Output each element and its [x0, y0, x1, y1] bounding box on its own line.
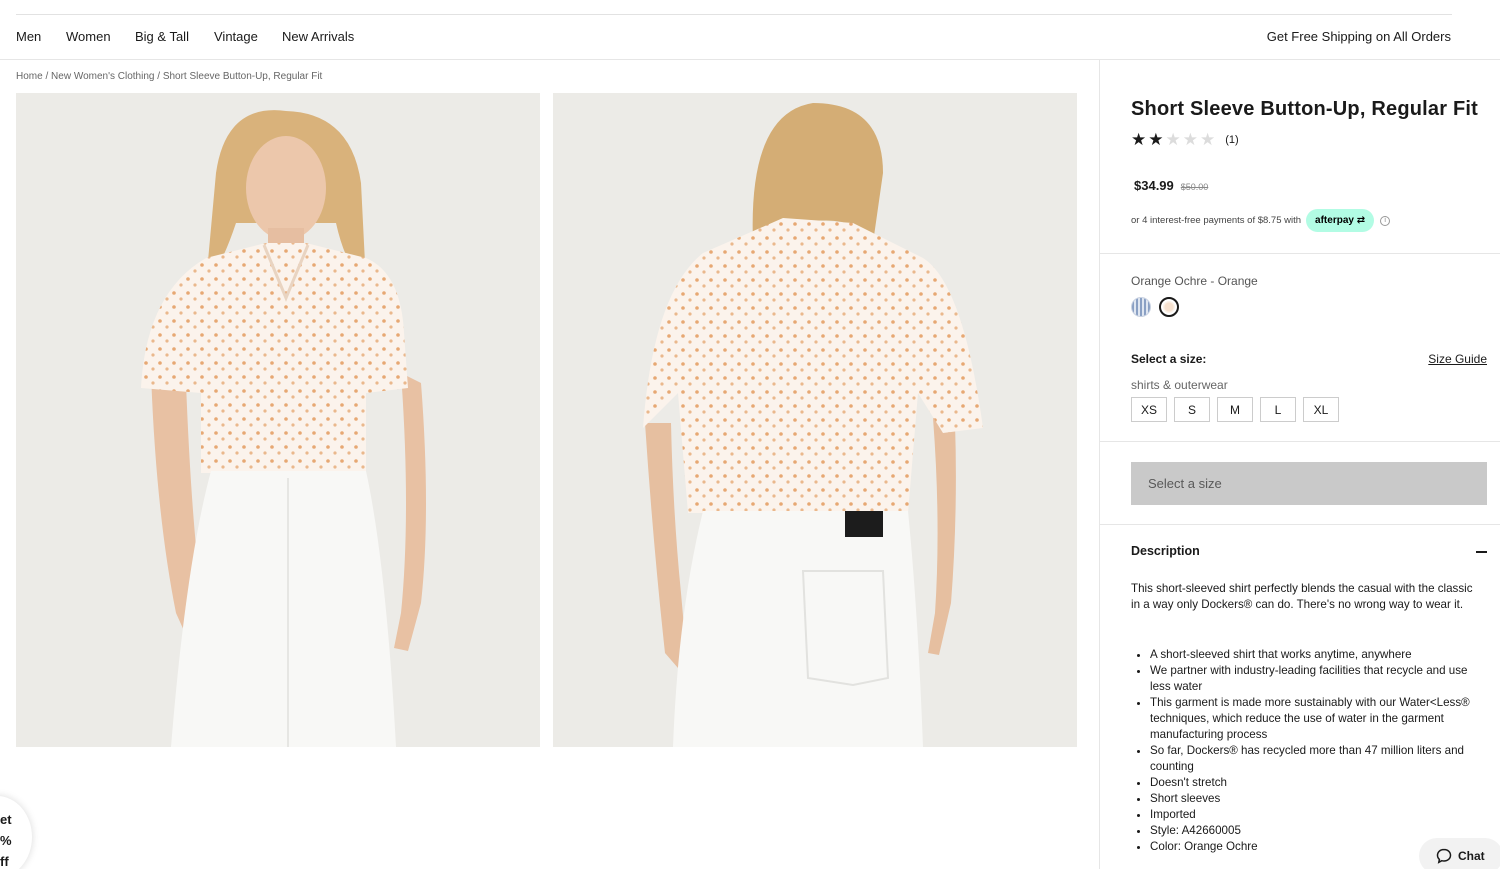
- list-item: Imported: [1150, 807, 1481, 823]
- price-row: $34.99 $50.00: [1131, 178, 1487, 193]
- sale-price: $34.99: [1134, 178, 1174, 193]
- list-item: Doesn't stretch: [1150, 775, 1481, 791]
- add-to-bag-button[interactable]: Select a size: [1131, 462, 1487, 505]
- star-empty-icon: ★: [1165, 130, 1181, 149]
- list-item: We partner with industry-leading facilit…: [1150, 663, 1481, 695]
- description-heading: Description: [1131, 544, 1200, 558]
- breadcrumb: Home / New Women's Clothing / Short Slee…: [16, 71, 322, 82]
- product-image-front[interactable]: [16, 93, 540, 747]
- collapse-minus-icon[interactable]: [1476, 551, 1487, 553]
- nav-new-arrivals[interactable]: New Arrivals: [282, 29, 354, 44]
- promo-tab-line: %: [0, 833, 12, 848]
- list-item: Style: A42660005: [1150, 823, 1481, 839]
- afterpay-row: or 4 interest-free payments of $8.75 wit…: [1131, 209, 1487, 232]
- section-divider: [1100, 524, 1500, 525]
- size-options: XS S M L XL: [1131, 397, 1487, 422]
- feature-list: A short-sleeved shirt that works anytime…: [1131, 647, 1481, 855]
- section-divider: [1100, 253, 1500, 254]
- afterpay-text: or 4 interest-free payments of $8.75 wit…: [1131, 215, 1302, 226]
- breadcrumb-home[interactable]: Home: [16, 71, 43, 82]
- product-title: Short Sleeve Button-Up, Regular Fit: [1131, 98, 1479, 120]
- nav-vintage[interactable]: Vintage: [214, 29, 258, 44]
- size-m-button[interactable]: M: [1217, 397, 1253, 422]
- swatch-blue-stripe[interactable]: [1131, 297, 1151, 317]
- promo-tab-line: et: [0, 812, 12, 827]
- afterpay-label: afterpay: [1315, 215, 1354, 226]
- star-filled-icon: ★: [1131, 130, 1147, 149]
- size-s-button[interactable]: S: [1174, 397, 1210, 422]
- afterpay-badge[interactable]: afterpay ⇄: [1306, 209, 1375, 232]
- breadcrumb-category[interactable]: New Women's Clothing: [51, 71, 154, 82]
- chat-label: Chat: [1458, 849, 1485, 863]
- list-item: Short sleeves: [1150, 791, 1481, 807]
- star-filled-icon: ★: [1148, 130, 1164, 149]
- list-item: A short-sleeved shirt that works anytime…: [1150, 647, 1481, 663]
- discount-promo-tab[interactable]: et % ff: [0, 796, 32, 869]
- list-item: This garment is made more sustainably wi…: [1150, 695, 1481, 743]
- shipping-promo[interactable]: Get Free Shipping on All Orders: [1267, 29, 1451, 44]
- size-label: Select a size:: [1131, 352, 1207, 366]
- size-category: shirts & outerwear: [1131, 378, 1228, 392]
- size-xl-button[interactable]: XL: [1303, 397, 1339, 422]
- chat-button[interactable]: Chat: [1419, 838, 1500, 869]
- description-text: This short-sleeved shirt perfectly blend…: [1131, 582, 1473, 611]
- swatch-orange-ochre[interactable]: [1159, 297, 1179, 317]
- main-nav: Men Women Big & Tall Vintage New Arrival…: [0, 15, 1500, 60]
- nav-big-tall[interactable]: Big & Tall: [135, 29, 189, 44]
- list-item: So far, Dockers® has recycled more than …: [1150, 743, 1481, 775]
- model-back-illustration: [553, 93, 1077, 747]
- original-price: $50.00: [1180, 182, 1209, 192]
- size-l-button[interactable]: L: [1260, 397, 1296, 422]
- model-front-illustration: [16, 93, 540, 747]
- product-image-back[interactable]: [553, 93, 1077, 747]
- panel-divider: [1099, 60, 1100, 869]
- breadcrumb-current: Short Sleeve Button-Up, Regular Fit: [162, 71, 323, 82]
- nav-women[interactable]: Women: [66, 29, 111, 44]
- description-header[interactable]: Description: [1131, 544, 1487, 558]
- size-xs-button[interactable]: XS: [1131, 397, 1167, 422]
- star-empty-icon: ★: [1200, 130, 1216, 149]
- selected-color-name: Orange Ochre - Orange: [1131, 274, 1258, 288]
- breadcrumb-separator: /: [154, 71, 163, 82]
- color-swatches: [1131, 297, 1487, 317]
- review-count[interactable]: (1): [1225, 134, 1238, 146]
- section-divider: [1100, 441, 1500, 442]
- chat-bubble-icon: [1436, 848, 1452, 864]
- breadcrumb-separator: /: [42, 71, 52, 82]
- back-patch: [845, 511, 883, 537]
- size-guide-link[interactable]: Size Guide: [1428, 352, 1487, 366]
- info-icon[interactable]: i: [1380, 215, 1391, 226]
- promo-tab-line: ff: [0, 854, 9, 869]
- rating[interactable]: ★ ★ ★ ★ ★ (1): [1131, 131, 1487, 148]
- size-header: Select a size: Size Guide: [1131, 352, 1487, 366]
- star-empty-icon: ★: [1182, 130, 1198, 149]
- nav-men[interactable]: Men: [16, 29, 41, 44]
